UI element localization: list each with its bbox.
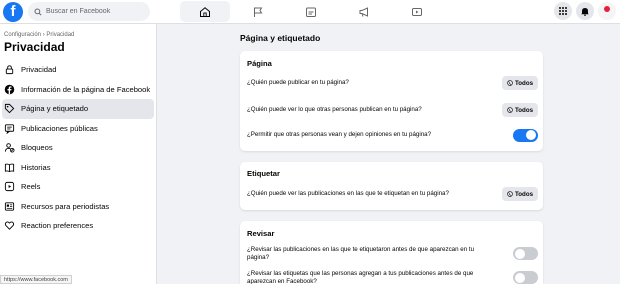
setting-question: ¿Quién puede ver las publicaciones en la…: [247, 190, 449, 197]
setting-question: ¿Revisar las etiquetas que las personas …: [247, 269, 474, 284]
settings-row: ¿Revisar las etiquetas que las personas …: [247, 269, 538, 284]
public-posts-icon: [4, 124, 15, 134]
facebook-icon: [4, 84, 15, 95]
sidebar-item-label: Privacidad: [21, 65, 57, 75]
sidebar-item-stories[interactable]: Historias: [2, 158, 154, 178]
settings-row: ¿Quién puede ver las publicaciones en la…: [247, 186, 538, 202]
sidebar-item-page-tagging[interactable]: Página y etiquetado: [2, 99, 154, 119]
video-icon: [412, 8, 422, 16]
nav-tab-video[interactable]: [392, 0, 442, 24]
page-title: Página y etiquetado: [240, 33, 321, 43]
review-tags-toggle[interactable]: [513, 271, 538, 284]
sidebar-item-page-info[interactable]: Información de la página de Facebook: [2, 80, 154, 100]
reviews-toggle[interactable]: [513, 128, 538, 142]
settings-row: ¿Quién puede ver lo que otras personas p…: [247, 102, 538, 118]
toggle-knob: [515, 248, 525, 259]
nav-tab-ads[interactable]: [339, 0, 389, 24]
setting-question: ¿Quién puede publicar en tu página?: [247, 79, 349, 86]
setting-question: ¿Quién puede ver lo que otras personas p…: [247, 106, 422, 113]
sidebar-item-label: Página y etiquetado: [21, 104, 89, 114]
setting-question: ¿Revisar las publicaciones en las que te…: [247, 245, 475, 261]
globe-icon: [507, 191, 513, 197]
audience-button[interactable]: Todos: [502, 187, 538, 201]
section-title: Página: [247, 59, 272, 68]
reaction-icon: [4, 221, 15, 231]
sidebar-item-privacy[interactable]: Privacidad: [2, 60, 154, 80]
nav-tab-home[interactable]: [180, 1, 230, 22]
audience-value: Todos: [514, 79, 534, 87]
book-icon: [4, 163, 15, 172]
flag-icon: [254, 7, 263, 17]
search-icon: [34, 7, 42, 16]
settings-row: ¿Revisar las publicaciones en las que te…: [247, 245, 538, 262]
sidebar-item-label: Historias: [21, 162, 51, 172]
sidebar-item-public-posts[interactable]: Publicaciones públicas: [2, 119, 154, 139]
review-tagged-posts-toggle[interactable]: [513, 247, 538, 260]
sidebar-item-label: Reels: [21, 182, 41, 192]
menu-button[interactable]: [554, 2, 572, 20]
block-user-icon: [4, 143, 15, 153]
nav-tab-marketplace[interactable]: [286, 0, 336, 24]
status-url: https://www.facebook.com: [0, 275, 72, 284]
section-title: Revisar: [247, 229, 275, 238]
dashboard-icon: [306, 7, 316, 17]
sidebar-item-label: Bloqueos: [21, 143, 53, 153]
top-bar: f: [0, 0, 620, 24]
main-nav: [180, 0, 445, 24]
sidebar-item-label: Recursos para periodistas: [21, 201, 110, 211]
audience-button[interactable]: Todos: [502, 103, 538, 117]
search-box[interactable]: [28, 2, 150, 21]
audience-button[interactable]: Todos: [502, 76, 538, 90]
section-card-tagging: Etiquetar ¿Quién puede ver las publicaci…: [240, 162, 543, 210]
settings-row: ¿Permitir que otras personas vean y deje…: [247, 127, 538, 143]
bell-icon: [581, 8, 589, 16]
news-icon: [4, 202, 15, 211]
section-card-page: Página ¿Quién puede publicar en tu págin…: [240, 51, 543, 151]
notifications-button[interactable]: [576, 2, 594, 20]
toggle-knob: [515, 272, 525, 283]
settings-row: ¿Quién puede publicar en tu página? Todo…: [247, 75, 538, 91]
reels-icon: [4, 182, 15, 192]
sidebar-title: Privacidad: [4, 40, 65, 54]
audience-value: Todos: [514, 190, 534, 198]
sidebar-item-journalist-resources[interactable]: Recursos para periodistas: [2, 197, 154, 217]
home-icon: [200, 6, 210, 17]
settings-sidebar: Configuración › Privacidad Privacidad Pr…: [0, 24, 157, 284]
toggle-knob: [526, 130, 536, 140]
globe-icon: [507, 80, 513, 86]
section-title: Etiquetar: [247, 169, 280, 178]
setting-question: ¿Permitir que otras personas vean y deje…: [247, 131, 432, 138]
globe-icon: [507, 107, 513, 113]
profile-avatar[interactable]: [598, 2, 616, 20]
breadcrumb[interactable]: Configuración › Privacidad: [4, 32, 74, 38]
sidebar-item-reels[interactable]: Reels: [2, 177, 154, 197]
sidebar-item-blocking[interactable]: Bloqueos: [2, 138, 154, 158]
tag-icon: [4, 104, 15, 114]
sidebar-menu: Privacidad Información de la página de F…: [2, 60, 154, 236]
top-right-controls: [550, 2, 616, 20]
facebook-logo-icon[interactable]: f: [3, 2, 23, 22]
audience-value: Todos: [514, 106, 534, 114]
sidebar-item-label: Publicaciones públicas: [21, 123, 98, 133]
sidebar-item-label: Información de la página de Facebook: [21, 84, 151, 94]
sidebar-item-reaction-preferences[interactable]: Reaction preferences: [2, 216, 154, 236]
lock-icon: [5, 65, 14, 75]
sidebar-item-label: Reaction preferences: [21, 221, 94, 231]
notification-badge: [604, 6, 610, 12]
search-input[interactable]: [46, 8, 146, 15]
section-card-review: Revisar ¿Revisar las publicaciones en la…: [240, 221, 543, 284]
grid-menu-icon: [559, 7, 567, 15]
nav-tab-pages[interactable]: [233, 0, 283, 24]
megaphone-icon: [359, 7, 368, 17]
page-scrollbar[interactable]: [614, 24, 620, 284]
